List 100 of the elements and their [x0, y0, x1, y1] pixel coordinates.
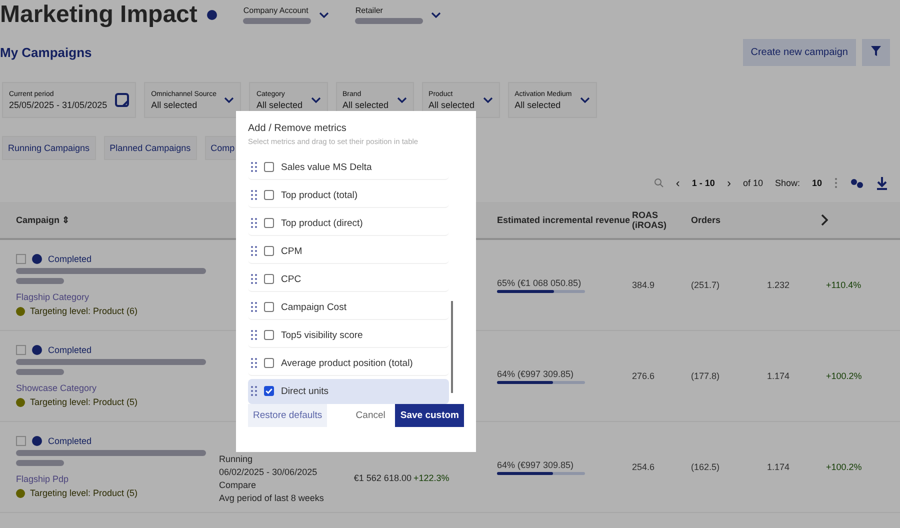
account-selector[interactable]: Retailer — [355, 6, 442, 24]
create-campaign-button[interactable]: Create new campaign — [742, 39, 856, 66]
status-dot-icon — [32, 436, 42, 446]
drag-handle-icon[interactable] — [251, 358, 257, 368]
scroll-right-icon[interactable] — [820, 214, 828, 226]
drag-handle-icon[interactable] — [251, 302, 257, 312]
metric-row[interactable]: Sales value MS Delta — [248, 155, 449, 180]
metric-checkbox[interactable] — [264, 358, 274, 368]
drag-handle-icon[interactable] — [251, 274, 257, 284]
drag-handle-icon[interactable] — [251, 162, 257, 172]
column-header[interactable]: Estimated incremental revenue — [497, 215, 632, 225]
page-total: of 10 — [742, 178, 763, 188]
redacted-text — [16, 278, 64, 284]
metric-checkbox[interactable] — [264, 330, 274, 340]
chevron-down-icon[interactable] — [482, 97, 493, 103]
period-dates: 06/02/2025 - 30/06/2025 — [219, 466, 318, 476]
targeting-label: Targeting level: Product (5) — [30, 488, 138, 498]
metric-row[interactable]: Campaign Cost — [248, 295, 449, 320]
campaign-type-link[interactable]: Showcase Category — [16, 383, 225, 393]
compare-label: Compare — [219, 480, 258, 490]
metric-row[interactable]: CPM — [248, 239, 449, 264]
metric-row[interactable]: Top product (total) — [248, 183, 449, 208]
chevron-down-icon[interactable] — [310, 97, 320, 103]
table-cell-text: (162.5) — [691, 462, 721, 472]
campaign-type-link[interactable]: Flagship Category — [16, 292, 225, 302]
drag-handle-icon[interactable] — [251, 190, 257, 200]
calendar-edit-icon[interactable] — [115, 93, 130, 107]
metric-row[interactable]: Top5 visibility score — [248, 323, 449, 348]
metric-checkbox[interactable] — [264, 302, 274, 312]
chevron-down-icon[interactable] — [431, 12, 442, 18]
page-size-select[interactable]: 10 — [812, 178, 822, 188]
drag-handle-icon[interactable] — [251, 246, 257, 256]
scrollbar[interactable] — [451, 301, 453, 393]
compare-period: Avg period of last 8 weeks — [219, 492, 324, 502]
metric-row[interactable]: Direct units — [248, 379, 449, 404]
metric-checkbox[interactable] — [264, 386, 274, 396]
drag-handle-icon[interactable] — [251, 218, 257, 228]
cancel-button[interactable]: Cancel — [352, 404, 390, 427]
account-selector[interactable]: Company Account — [243, 6, 330, 24]
table-cell-text: (251.7) — [691, 280, 721, 290]
campaign-tab[interactable]: Planned Campaigns — [104, 136, 197, 160]
restore-defaults-button[interactable]: Restore defaults — [248, 404, 328, 427]
table-cell-text: +100.2% — [826, 462, 863, 472]
column-header[interactable]: Campaign ⇕ — [16, 215, 225, 225]
download-icon[interactable] — [876, 176, 888, 190]
metric-checkbox[interactable] — [264, 162, 274, 172]
metric-row[interactable]: Average product position (total) — [248, 351, 449, 376]
targeting-label: Targeting level: Product (5) — [30, 397, 138, 407]
page-size-label: Show: — [774, 178, 800, 188]
revenue-share: 64% (€997 309.85) — [497, 460, 575, 470]
status-label: Completed — [48, 436, 92, 446]
status-dot-icon — [207, 10, 218, 20]
metric-checkbox[interactable] — [264, 274, 274, 284]
filter-button[interactable] — [862, 39, 890, 66]
redacted-text — [16, 369, 64, 375]
table-cell-text: (177.8) — [691, 371, 721, 381]
chevron-down-icon[interactable] — [224, 97, 234, 103]
drag-handle-icon[interactable] — [251, 386, 257, 396]
chevron-down-icon[interactable] — [396, 97, 407, 103]
table-cell-text: 1.174 — [767, 462, 791, 472]
revenue-delta: +122.3% — [413, 473, 450, 483]
column-header[interactable]: Orders — [691, 215, 750, 225]
table-cell-text: +100.2% — [826, 371, 863, 381]
table-cell-text: 384.9 — [632, 280, 656, 290]
chevron-down-icon[interactable] — [319, 12, 330, 18]
page-title: Marketing Impact — [0, 1, 198, 29]
targeting-label: Targeting level: Product (6) — [30, 306, 138, 316]
campaign-tab[interactable]: Running Campaigns — [2, 136, 96, 160]
section-title: My Campaigns — [0, 45, 92, 60]
metric-row[interactable]: Top product (direct) — [248, 211, 449, 236]
next-page-icon[interactable]: › — [726, 176, 731, 190]
metric-checkbox[interactable] — [264, 218, 274, 228]
search-icon[interactable] — [654, 178, 664, 188]
row-checkbox[interactable] — [16, 345, 26, 355]
table-cell-text: 254.6 — [632, 462, 656, 472]
drag-handle-icon[interactable] — [251, 330, 257, 340]
metric-row[interactable]: CPC — [248, 267, 449, 292]
metric-checkbox[interactable] — [264, 190, 274, 200]
page-range: 1 - 10 — [692, 178, 715, 188]
funnel-icon — [870, 45, 882, 57]
target-dot-icon — [16, 306, 25, 316]
column-header[interactable]: ROAS (iROAS) — [632, 210, 691, 230]
revenue-share: 64% (€997 309.85) — [497, 368, 575, 378]
save-button[interactable]: Save custom — [395, 404, 464, 427]
row-checkbox[interactable] — [16, 254, 26, 264]
row-checkbox[interactable] — [16, 436, 26, 446]
revenue-share: 65% (€1 068 050.85) — [497, 278, 582, 288]
redacted-text — [16, 460, 64, 466]
chevron-down-icon[interactable] — [580, 97, 590, 103]
target-dot-icon — [16, 488, 25, 498]
status-dot-icon — [32, 254, 42, 264]
metric-checkbox[interactable] — [264, 246, 274, 256]
revenue-value: €1 562 618.00 — [354, 473, 412, 483]
more-icon[interactable] — [834, 177, 838, 189]
period-state: Running — [219, 454, 254, 464]
status-dot-icon — [32, 345, 42, 355]
target-dot-icon — [16, 398, 25, 406]
status-label: Completed — [48, 345, 92, 355]
previous-page-icon[interactable]: ‹ — [676, 176, 680, 190]
table-cell-text: 276.6 — [632, 371, 656, 381]
